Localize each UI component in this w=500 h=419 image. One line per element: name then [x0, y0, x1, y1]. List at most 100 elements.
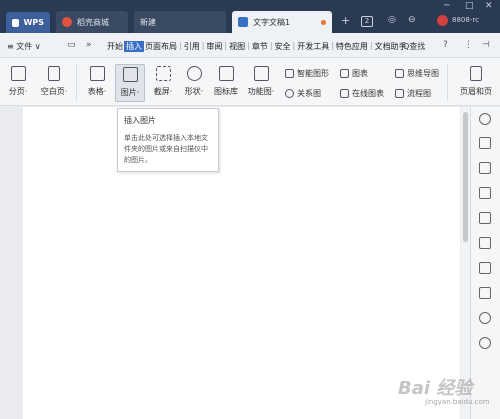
scrollbar-thumb[interactable] [463, 112, 468, 242]
avatar[interactable] [437, 15, 448, 26]
menu-bar: ≡ 文件 ∨ ▭ » 开始 插入 页面布局 | 引用 | 审阅 | 视图 | 章节 | 安… [0, 33, 500, 58]
menu-tabs: 开始 插入 页面布局 | 引用 | 审阅 | 视图 | 章节 | 安全 | 开发工具 | 特色… [106, 41, 407, 52]
page-break-icon [10, 66, 26, 81]
share-doc-icon[interactable] [479, 212, 491, 224]
page-break-button[interactable]: 分页· [6, 66, 30, 97]
mindmap-button[interactable]: 思维导图 [395, 68, 439, 79]
file-menu[interactable]: ≡ 文件 ∨ [7, 41, 41, 52]
style-icon[interactable] [479, 113, 491, 125]
history-icon[interactable] [479, 337, 491, 349]
table-button[interactable]: 表格· [85, 66, 109, 97]
ribbon-toolbar: 分页· 空白页· 表格· 图片· 截屏· 形状· 图标库 功能图· 智能图形 关… [0, 58, 500, 106]
online-chart-button[interactable]: 在线图表 [340, 88, 384, 99]
user-name[interactable]: 8808-rc [452, 16, 479, 24]
tab-wps[interactable]: WPS [6, 12, 50, 33]
divider [76, 64, 77, 100]
new-tab-button[interactable]: + [341, 14, 350, 27]
tab-new[interactable]: 新建 [134, 11, 226, 33]
tab-count-badge[interactable]: 2 [361, 16, 373, 27]
more-options-icon[interactable]: ⋮ [464, 40, 473, 50]
online-chart-icon [340, 89, 349, 98]
shape-button[interactable]: 形状· [181, 66, 207, 97]
flowchart-button[interactable]: 流程图 [395, 88, 431, 99]
mindmap-icon [395, 69, 404, 78]
tab-chapter[interactable]: 章节 [251, 41, 269, 52]
header-footer-button[interactable]: 页眉和页 [453, 66, 499, 97]
share-icon[interactable]: ◎ [388, 15, 396, 25]
insert-picture-tooltip: 插入图片 单击此处可选择插入本地文件夹的图片或来自扫描仪中的图片。 [117, 108, 219, 172]
baidu-watermark: Bai 经验 [398, 378, 473, 399]
button-label: 流程图 [407, 89, 431, 98]
button-label: 页眉和页 [460, 87, 492, 96]
tab-label: 文字文稿1 [253, 17, 291, 27]
store-icon [62, 17, 72, 27]
picture-icon [122, 67, 138, 82]
pin-ribbon-icon[interactable]: ⊣ [482, 40, 490, 50]
button-label: 功能图· [247, 87, 275, 96]
search-button[interactable]: Q查找 [403, 41, 425, 52]
button-label: 截屏· [153, 87, 173, 96]
chart-icon [340, 69, 349, 78]
button-label: 空白页· [40, 87, 68, 96]
maximize-icon[interactable]: □ [465, 1, 474, 11]
relation-chart-button[interactable]: 关系图 [285, 88, 321, 99]
translate-icon[interactable] [479, 262, 491, 274]
format-icon[interactable] [479, 137, 491, 149]
skin-icon[interactable]: ⊖ [408, 15, 416, 25]
unsaved-dot-icon [321, 19, 326, 25]
title-bar: WPS 稻壳商城 新建 文字文稿1 + 2 ◎ ⊖ 8808-rc ─ □ ✕ [0, 0, 500, 33]
tab-start[interactable]: 开始 [106, 41, 124, 52]
button-label: 在线图表 [352, 89, 384, 98]
header-footer-icon [470, 66, 482, 81]
button-label: 关系图 [297, 89, 321, 98]
smart-shape-button[interactable]: 智能图形 [285, 68, 329, 79]
icon-library-button[interactable]: 图标库 [212, 66, 240, 97]
watermark-url: jingyan.baidu.com [425, 398, 490, 406]
close-icon[interactable]: ✕ [485, 1, 493, 11]
tab-label: 稻壳商城 [77, 17, 109, 27]
function-chart-button[interactable]: 功能图· [245, 66, 277, 97]
help-icon[interactable]: ? [443, 40, 448, 50]
smart-shape-icon [285, 69, 294, 78]
tools-icon[interactable] [479, 237, 491, 249]
shape-icon [186, 66, 202, 81]
table-icon [89, 66, 105, 81]
button-label: 图片· [120, 88, 140, 97]
adjust-icon[interactable] [479, 162, 491, 174]
tab-review[interactable]: 审阅 [205, 41, 223, 52]
tab-page-layout[interactable]: 页面布局 [144, 41, 178, 52]
blank-page-button[interactable]: 空白页· [38, 66, 70, 97]
tab-special-apps[interactable]: 特色应用 [335, 41, 369, 52]
blank-page-icon [48, 66, 60, 81]
screenshot-button[interactable]: 截屏· [150, 66, 176, 97]
button-label: 表格· [87, 87, 107, 96]
minimize-icon[interactable]: ─ [444, 1, 449, 11]
picture-button[interactable]: 图片· [115, 64, 145, 102]
button-label: 智能图形 [297, 69, 329, 78]
tab-document-1[interactable]: 文字文稿1 [232, 11, 332, 33]
save-icon[interactable]: ▭ [67, 40, 76, 50]
tooltip-title: 插入图片 [124, 116, 156, 125]
tab-references[interactable]: 引用 [183, 41, 201, 52]
document-page[interactable] [23, 107, 460, 419]
tab-developer[interactable]: 开发工具 [296, 41, 330, 52]
wps-logo-icon [12, 18, 19, 27]
tab-label: WPS [23, 18, 44, 27]
button-label: 分页· [8, 87, 28, 96]
more-chevron-icon[interactable]: » [86, 40, 92, 50]
button-label: 图标库 [214, 87, 238, 96]
chart-button[interactable]: 图表 [340, 68, 368, 79]
tab-security[interactable]: 安全 [274, 41, 292, 52]
function-chart-icon [253, 66, 269, 81]
save-cloud-icon[interactable] [479, 287, 491, 299]
location-icon[interactable] [479, 312, 491, 324]
tab-insert[interactable]: 插入 [124, 41, 144, 52]
tab-docer-store[interactable]: 稻壳商城 [56, 11, 128, 33]
divider [447, 64, 448, 100]
tab-view[interactable]: 视图 [228, 41, 246, 52]
icon-library-icon [218, 66, 234, 81]
tab-label: 新建 [140, 17, 156, 27]
gallery-icon[interactable] [479, 187, 491, 199]
relation-icon [285, 89, 294, 98]
button-label: 形状· [184, 87, 204, 96]
